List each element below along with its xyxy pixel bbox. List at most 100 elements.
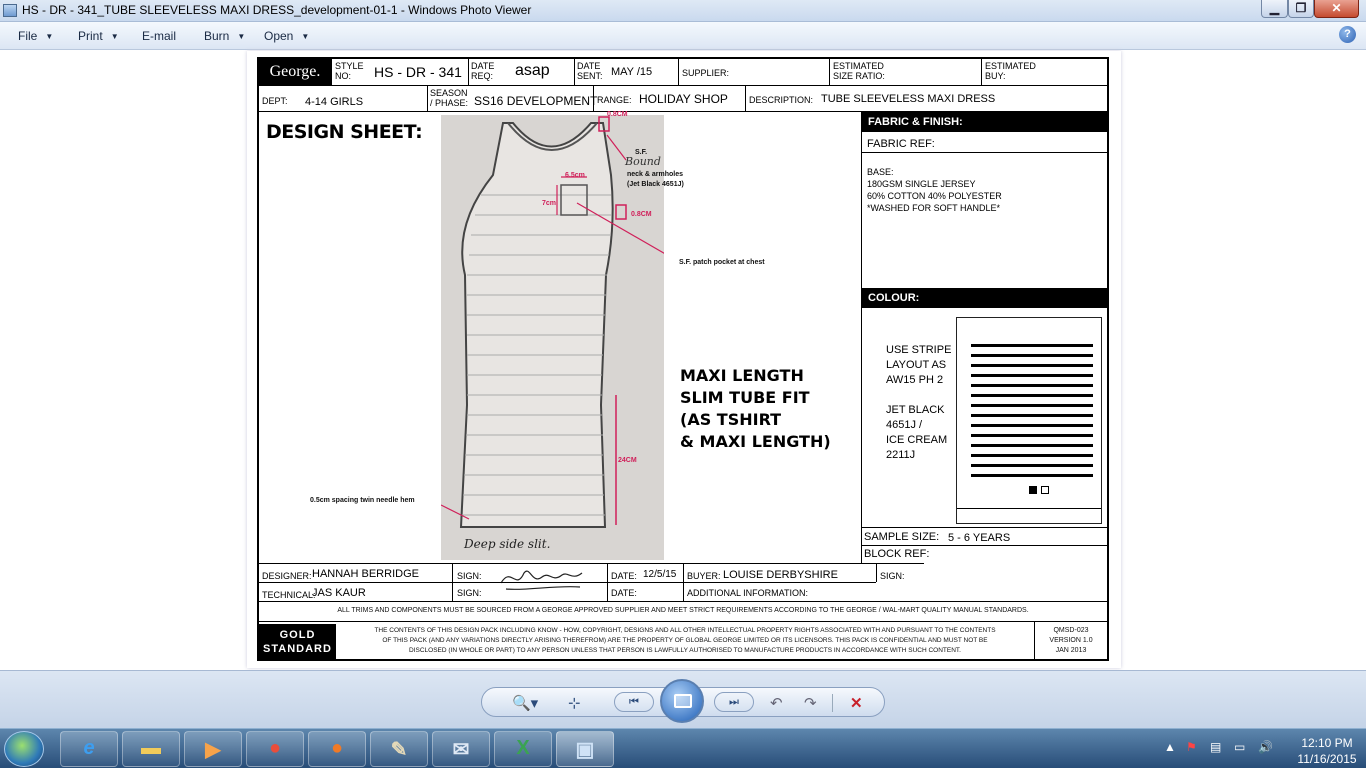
taskbar-excel[interactable]: X — [494, 731, 552, 767]
clock-date: 11/16/2015 — [1297, 752, 1357, 766]
menu-email[interactable]: E-mail — [142, 29, 176, 43]
est-size-ratio-label: ESTIMATED SIZE RATIO: — [833, 61, 885, 81]
colour-line: USE STRIPE — [886, 344, 952, 356]
colour-line: AW15 PH 2 — [886, 374, 944, 386]
design-sheet: George. STYLE NO: HS - DR - 341 DATE REQ… — [257, 57, 1109, 661]
taskbar-firefox[interactable]: ● — [308, 731, 366, 767]
technical-date-label: DATE: — [611, 588, 637, 598]
menu-open[interactable]: Open ▼ — [264, 29, 309, 43]
version-line: JAN 2013 — [1055, 647, 1087, 654]
trims-notice: ALL TRIMS AND COMPONENTS MUST BE SOURCED… — [337, 607, 1029, 614]
range-label: RANGE: — [597, 95, 632, 105]
menu-file-label: File — [18, 29, 38, 43]
menu-print[interactable]: Print ▼ — [78, 29, 119, 43]
sample-size-value: 5 - 6 YEARS — [948, 532, 1011, 544]
taskbar-photo-viewer[interactable]: ▣ — [556, 731, 614, 767]
taskbar-outlook[interactable]: ✉ — [432, 731, 490, 767]
slideshow-icon — [674, 694, 692, 708]
mail-icon: ✉ — [452, 739, 470, 761]
previous-icon[interactable]: ⏮ — [614, 692, 654, 712]
patch-pocket-annotation: S.F. patch pocket at chest — [679, 259, 765, 266]
taskbar-chrome[interactable]: ● — [246, 731, 304, 767]
version-line: VERSION 1.0 — [1049, 637, 1093, 644]
volume-icon[interactable]: 🔊 — [1258, 740, 1273, 754]
technical-sign-label: SIGN: — [457, 588, 482, 598]
taskbar-paint[interactable]: ✎ — [370, 731, 428, 767]
menu-burn-label: Burn — [204, 29, 230, 43]
actual-size-icon[interactable]: ⊹ — [568, 694, 581, 712]
slideshow-button[interactable] — [660, 679, 704, 723]
show-hidden-icons[interactable]: ▲ — [1164, 740, 1176, 754]
colour-line: JET BLACK — [886, 404, 945, 416]
designer-label: DESIGNER: — [262, 571, 312, 581]
gold-standard-line: GOLD — [279, 629, 316, 641]
style-no-label: STYLE NO: — [335, 61, 364, 81]
designer-value: HANNAH BERRIDGE — [312, 568, 419, 580]
action-center-icon[interactable]: ⚑ — [1186, 740, 1197, 754]
close-button[interactable]: ✕ — [1314, 0, 1359, 18]
chevron-down-icon: ▼ — [301, 32, 310, 41]
jet-black-annotation: (Jet Black 4651J) — [627, 181, 684, 188]
version-line: QMSD-023 — [1053, 627, 1089, 634]
version-info: QMSD-023 VERSION 1.0 JAN 2013 — [1035, 626, 1107, 656]
windows-taskbar: e ▬ ▶ ● ● ✎ ✉ X ▣ ▲ ⚑ ▤ ▭ 🔊 12:10 PM 11/… — [0, 728, 1366, 768]
menu-bar: File ▼ Print ▼ E-mail Burn ▼ Open ▼ ? — [0, 22, 1366, 50]
date-sent-label: DATE SENT: — [577, 61, 603, 81]
system-clock[interactable]: 12:10 PM 11/16/2015 — [1292, 735, 1362, 767]
armhole-measure-annotation: 0.8CM — [631, 211, 652, 218]
window-title: HS - DR - 341_TUBE SLEEVELESS MAXI DRESS… — [22, 3, 532, 17]
fabric-line: 180GSM SINGLE JERSEY — [867, 179, 976, 189]
colour-line: 4651J / — [886, 419, 923, 431]
slit-length-annotation: 24CM — [618, 457, 637, 464]
close-icon: ✕ — [1331, 1, 1342, 15]
rotate-right-icon[interactable]: ↷ — [804, 694, 817, 712]
colour-header: COLOUR: — [862, 288, 1107, 308]
taskbar-ie[interactable]: e — [60, 731, 118, 767]
shoulder-measure-annotation: 0.8CM — [607, 111, 628, 118]
dept-value: 4-14 GIRLS — [305, 96, 364, 108]
technical-value: JAS KAUR — [312, 587, 366, 599]
description-value: TUBE SLEEVELESS MAXI DRESS — [821, 93, 996, 105]
menu-burn[interactable]: Burn ▼ — [204, 29, 245, 43]
season-value: SS16 DEVELOPMENT — [474, 94, 598, 108]
george-logo: George. — [259, 59, 331, 85]
clock-time: 12:10 PM — [1301, 736, 1353, 750]
menu-file[interactable]: File ▼ — [18, 29, 53, 43]
taskbar-media-player[interactable]: ▶ — [184, 731, 242, 767]
next-icon[interactable]: ⏭ — [714, 692, 754, 712]
block-ref-label: BLOCK REF: — [864, 548, 930, 560]
delete-icon[interactable]: ✕ — [850, 694, 863, 712]
copyright-line: DISCLOSED (IN WHOLE OR PART) TO ANY PERS… — [409, 647, 961, 654]
additional-info-label: ADDITIONAL INFORMATION: — [687, 588, 809, 598]
help-icon[interactable]: ? — [1339, 26, 1356, 43]
minimize-button[interactable]: ▁ — [1261, 0, 1288, 18]
rotate-left-icon[interactable]: ↶ — [770, 694, 783, 712]
hem-annotation: 0.5cm spacing twin needle hem — [310, 497, 415, 504]
network-icon[interactable]: ▭ — [1234, 740, 1245, 754]
date-req-value: asap — [515, 62, 550, 79]
zoom-icon[interactable]: 🔍▾ — [512, 694, 538, 712]
sample-size-label: SAMPLE SIZE: — [864, 531, 940, 543]
paint-icon: ✎ — [390, 739, 408, 761]
taskbar-explorer[interactable]: ▬ — [122, 731, 180, 767]
buyer-sign-label: SIGN: — [880, 571, 905, 581]
supplier-label: SUPPLIER: — [682, 68, 730, 78]
style-no-value: HS - DR - 341 — [374, 64, 462, 80]
fabric-details: BASE: 180GSM SINGLE JERSEY 60% COTTON 40… — [867, 166, 1002, 214]
colour-line: 2211J — [886, 449, 916, 461]
maximize-button[interactable]: ❐ — [1288, 0, 1314, 18]
technical-label: TECHNICAL: — [262, 590, 316, 600]
folder-icon: ▬ — [141, 737, 161, 759]
fit-note-line: & MAXI LENGTH) — [680, 432, 831, 451]
maximize-icon: ❐ — [1295, 1, 1307, 15]
start-button[interactable] — [4, 731, 44, 767]
est-buy-label: ESTIMATED BUY: — [985, 61, 1036, 81]
gold-standard-badge: GOLD STANDARD — [259, 624, 336, 661]
fabric-line: BASE: — [867, 167, 894, 177]
photo-viewer-icon: ▣ — [575, 739, 595, 761]
fit-note-line: SLIM TUBE FIT — [680, 388, 810, 407]
fabric-finish-header: FABRIC & FINISH: — [862, 112, 1107, 132]
colour-line: LAYOUT AS — [886, 359, 947, 371]
gold-standard-line: STANDARD — [263, 643, 332, 655]
device-icon[interactable]: ▤ — [1210, 740, 1221, 754]
